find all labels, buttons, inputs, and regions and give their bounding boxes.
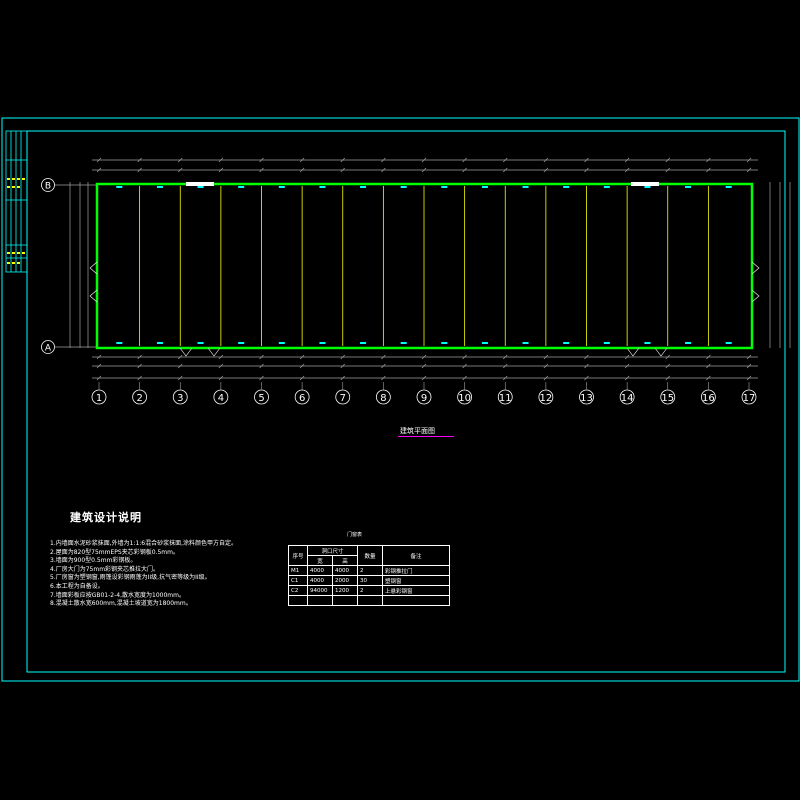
- axis-column-bubbles: 1 2 3 4 5 6 7 8 9 10 11 12 13 14 15 16 17: [91, 382, 757, 405]
- window-mark: [725, 186, 732, 188]
- window-mark: [238, 342, 245, 344]
- note-item: 2.屋面为820型75mmEPS夹芯彩钢板0.5mm。: [50, 548, 179, 556]
- axis-row-bubbles: BA: [41, 178, 55, 354]
- title-block-strip: [5, 130, 28, 273]
- header-height: 高: [332, 555, 358, 566]
- axis-column-label: 5: [258, 393, 264, 404]
- cell-width: 4000: [307, 565, 333, 576]
- cell-width: 94000: [307, 585, 333, 596]
- cell-height: 2000: [332, 575, 358, 586]
- axis-column-label: 8: [380, 393, 386, 404]
- axis-row-label: A: [45, 344, 52, 354]
- header-remark: 备注: [382, 545, 450, 566]
- header-size: 洞口尺寸: [307, 545, 358, 556]
- cell-width: 4000: [307, 575, 333, 586]
- window-mark: [360, 186, 367, 188]
- window-mark: [644, 186, 651, 188]
- note-item: 8.混凝土散水宽600mm,混凝土坡道宽为1800mm。: [50, 600, 192, 608]
- cell-count: 30: [357, 575, 383, 586]
- axis-column-label: 17: [743, 393, 756, 404]
- window-mark: [441, 186, 448, 188]
- axis-column-label: 1: [96, 393, 102, 404]
- dimension-lines: [55, 159, 791, 379]
- header-count: 数量: [357, 545, 383, 566]
- window-mark: [156, 342, 163, 344]
- window-mark: [278, 186, 285, 188]
- cell-remark: 彩钢推拉门: [382, 565, 450, 576]
- cell-no: M1: [288, 565, 308, 576]
- note-item: 6.本工程为自备设。: [50, 582, 104, 590]
- column-grid-lines: [139, 186, 709, 346]
- window-mark: [644, 342, 651, 344]
- window-mark: [481, 342, 488, 344]
- axis-column-label: 3: [177, 393, 183, 404]
- window-mark: [116, 186, 123, 188]
- window-mark: [522, 342, 529, 344]
- door-opening-top-right: [631, 182, 659, 186]
- cell-remark: 塑钢窗: [382, 575, 450, 586]
- axis-column-label: 16: [702, 393, 715, 404]
- window-mark: [278, 342, 285, 344]
- axis-column-label: 15: [661, 393, 674, 404]
- notes-list: 1.内墙面水泥砂浆抹面,外墙为1:1:6混合砂浆抹面,涂料颜色甲方自定。 2.屋…: [50, 540, 237, 609]
- window-mark: [522, 186, 529, 188]
- header-no: 序号: [288, 545, 308, 566]
- axis-column-label: 6: [299, 393, 305, 404]
- cell-remark: 上悬彩钢窗: [382, 585, 450, 596]
- window-mark: [603, 186, 610, 188]
- window-mark: [481, 186, 488, 188]
- axis-column-label: 13: [580, 393, 593, 404]
- door-swing-marks: [89, 261, 760, 357]
- cell-count: 2: [357, 565, 383, 576]
- plan-title-underline: [398, 436, 454, 437]
- window-mark: [725, 342, 732, 344]
- notes-title: 建筑设计说明: [70, 511, 142, 524]
- axis-column-label: 9: [421, 393, 427, 404]
- cell-count: 2: [357, 585, 383, 596]
- table-row: C2 94000 1200 2 上悬彩钢窗: [288, 585, 450, 596]
- window-mark: [400, 186, 407, 188]
- window-mark: [116, 342, 123, 344]
- window-mark: [319, 186, 326, 188]
- axis-column-label: 7: [340, 393, 346, 404]
- cell-no: C2: [288, 585, 308, 596]
- window-mark: [603, 342, 610, 344]
- axis-column-label: 10: [458, 393, 471, 404]
- door-table-title: 门窗表: [347, 532, 363, 538]
- cell-height: 4000: [332, 565, 358, 576]
- door-opening-top-left: [186, 182, 214, 186]
- axis-column-label: 12: [540, 393, 553, 404]
- note-item: 1.内墙面水泥砂浆抹面,外墙为1:1:6混合砂浆抹面,涂料颜色甲方自定。: [50, 540, 238, 547]
- axis-column-label: 2: [136, 393, 142, 404]
- door-window-table: 序号 洞口尺寸 数量 备注 宽 高 M1 4000 4000 2 彩钢推拉门 C…: [288, 545, 450, 606]
- window-mark: [197, 342, 204, 344]
- table-row: M1 4000 4000 2 彩钢推拉门: [288, 565, 450, 576]
- note-item: 3.墙面为900型0.5mm彩钢板。: [50, 557, 137, 565]
- window-mark: [441, 342, 448, 344]
- window-mark: [685, 342, 692, 344]
- building-outline: [95, 182, 754, 350]
- window-mark: [156, 186, 163, 188]
- cell-height: 1200: [332, 585, 358, 596]
- window-mark: [197, 186, 204, 188]
- window-mark: [563, 342, 570, 344]
- axis-column-label: 11: [499, 393, 512, 404]
- axis-column-label: 4: [218, 393, 224, 404]
- note-item: 7.墙面彩板应按GB01-2-4,散水宽度为1000mm。: [50, 591, 185, 599]
- drawing-canvas: 1 2 3 4 5 6 7 8 9 10 11 12 13 14 15 16 17 BA: [1, 117, 800, 682]
- axis-column-label: 14: [621, 393, 634, 404]
- window-mark: [360, 342, 367, 344]
- table-row: [288, 595, 450, 606]
- header-width: 宽: [307, 555, 333, 566]
- window-mark: [238, 186, 245, 188]
- cell-no: C1: [288, 575, 308, 586]
- window-mark: [319, 342, 326, 344]
- window-mark: [563, 186, 570, 188]
- note-item: 5.厂房窗为塑钢窗,雨篷设彩钢雨蓬为II级,抗气密等级为II级。: [50, 574, 211, 582]
- window-mark: [685, 186, 692, 188]
- plan-title: 建筑平面图: [400, 427, 435, 435]
- window-mark: [400, 342, 407, 344]
- table-row: C1 4000 2000 30 塑钢窗: [288, 575, 450, 586]
- axis-row-label: B: [45, 182, 51, 192]
